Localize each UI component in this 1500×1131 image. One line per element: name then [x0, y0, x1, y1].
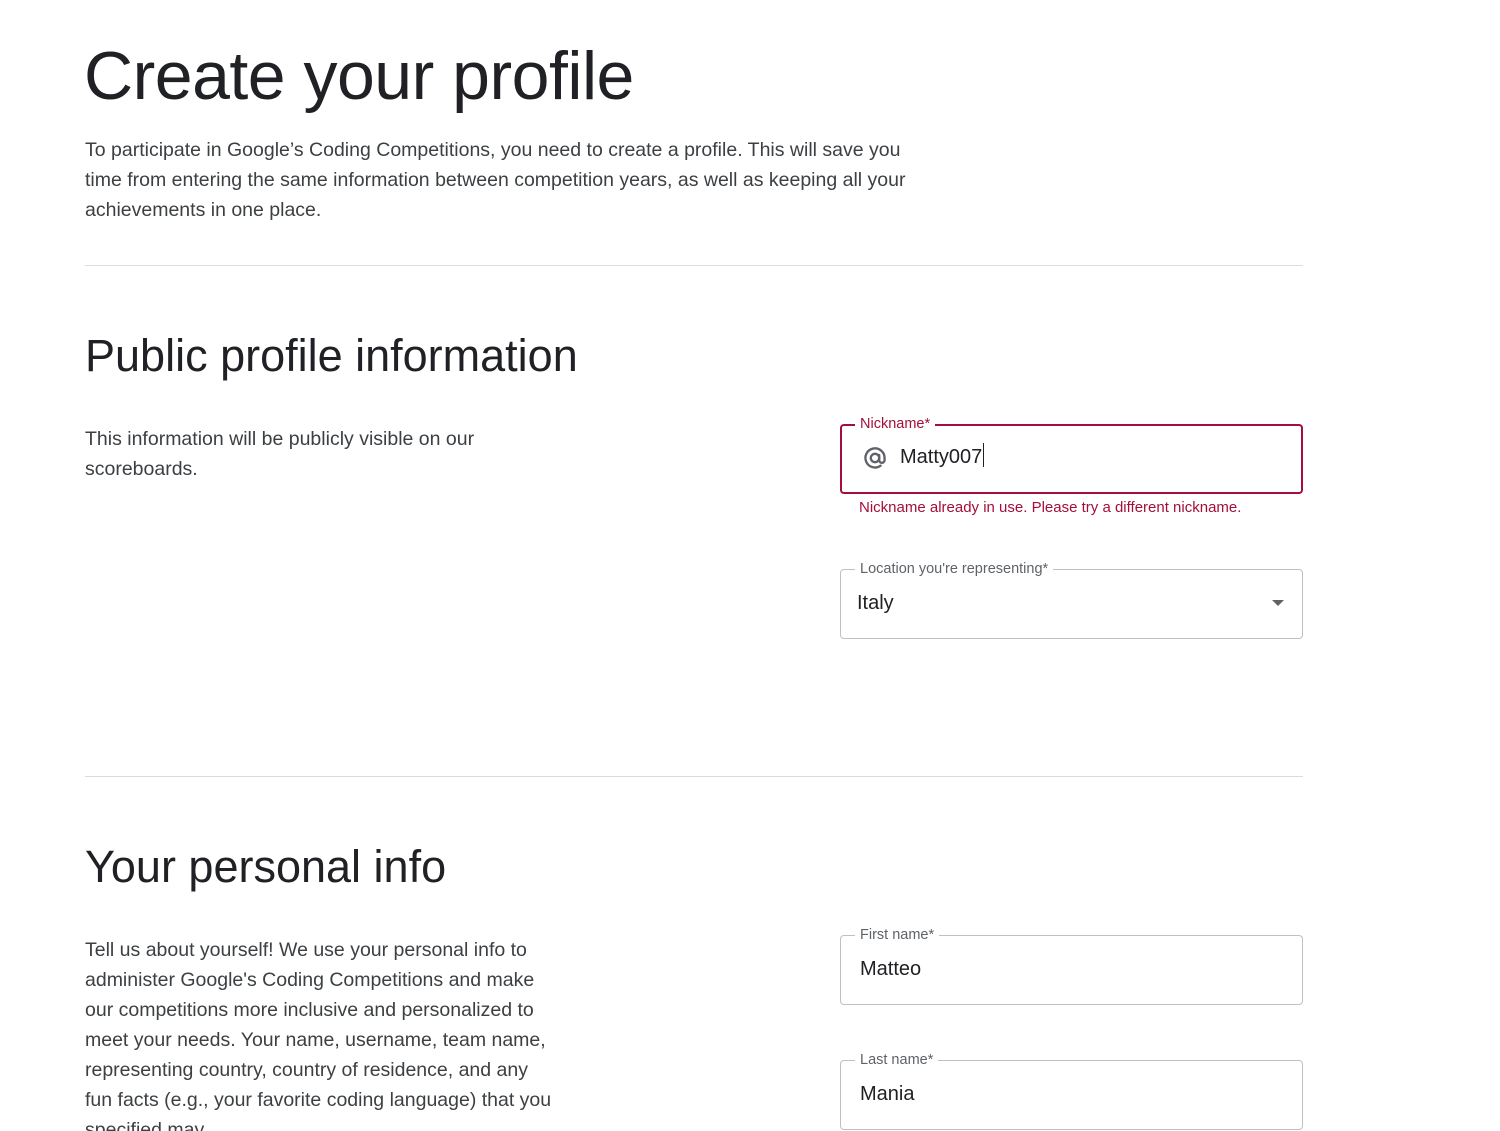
nickname-field[interactable]: Nickname* Matty007 [840, 414, 1303, 494]
nickname-label: Nickname* [855, 414, 936, 434]
personal-info-description: Tell us about yourself! We use your pers… [85, 939, 552, 1131]
text-cursor [983, 443, 985, 467]
location-selected-value: Italy [857, 592, 894, 614]
public-profile-title: Public profile information [85, 330, 578, 381]
section-divider [85, 265, 1303, 266]
nickname-input-text: Matty007 [900, 446, 983, 468]
last-name-label: Last name* [855, 1050, 939, 1070]
last-name-field[interactable]: Last name* Mania [840, 1050, 1303, 1130]
page-title: Create your profile [84, 38, 634, 114]
intro-text: To participate in Google’s Coding Compet… [85, 139, 906, 221]
create-profile-page: Create your profile To participate in Go… [0, 0, 1500, 1131]
location-label: Location you're representing* [855, 559, 1054, 579]
first-name-label: First name* [855, 925, 940, 945]
personal-info-title: Your personal info [85, 841, 447, 892]
at-sign-icon [864, 447, 886, 469]
section-divider [85, 776, 1303, 777]
nickname-input[interactable]: Matty007 [900, 443, 985, 471]
first-name-field[interactable]: First name* Matteo [840, 925, 1303, 1005]
last-name-input[interactable]: Mania [860, 1080, 914, 1108]
arrow-drop-down-icon[interactable] [1272, 600, 1284, 606]
first-name-input[interactable]: Matteo [860, 955, 921, 983]
location-select[interactable]: Location you're representing* Italy [840, 559, 1303, 639]
public-profile-description: This information will be publicly visibl… [85, 428, 475, 480]
nickname-error-message: Nickname already in use. Please try a di… [859, 499, 1242, 516]
